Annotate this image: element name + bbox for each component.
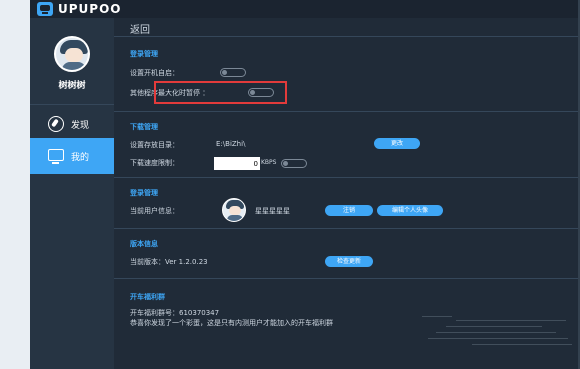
section-title-account: 登录管理 [130,189,158,197]
divider [114,177,580,178]
user-nickname: 星星星星星 [255,207,290,215]
welfare-group-number: 开车福利群号：610370347 [130,309,220,317]
sidebar-item-mine[interactable]: 我的 [30,138,114,174]
check-update-button[interactable]: 检查更新 [325,256,373,267]
highlight-annotation [154,81,287,104]
compass-icon [48,116,64,132]
upupoo-logo-icon [37,2,53,16]
divider [114,36,580,37]
section-title-version: 版本信息 [130,240,158,248]
download-path-value: E:\BiZhi\ [216,140,246,148]
sidebar-item-discover[interactable]: 发现 [30,106,114,142]
monitor-icon [48,149,64,164]
auto-start-toggle[interactable] [220,68,246,77]
app-window: UPUPOO 树树树 发现 我的 返回 登录管理 设置开机自启： 其他程序最大化… [30,0,580,369]
user-info-label: 当前用户信息： [130,207,179,215]
sidebar: 树树树 发现 我的 [30,18,114,369]
divider [114,278,580,279]
sidebar-item-label: 我的 [71,152,90,163]
section-title-startup: 登录管理 [130,50,158,58]
section-title-welfare: 开车福利群 [130,293,165,301]
brand-name: UPUPOO [58,2,122,16]
welfare-message: 恭喜你发现了一个彩蛋，这是只有内测用户才能加入的开车福利群 [130,319,333,327]
current-version: 当前版本：Ver 1.2.0.23 [130,258,208,266]
watermark-decoration [416,312,580,352]
section-title-download: 下载管理 [130,123,158,131]
auto-start-label: 设置开机自启： [130,69,179,77]
back-button[interactable]: 返回 [130,21,150,36]
sidebar-item-label: 发现 [71,120,90,131]
logout-button[interactable]: 注销 [325,205,373,216]
sidebar-divider [30,104,114,105]
avatar[interactable] [54,36,90,72]
user-avatar [222,198,246,222]
change-path-button[interactable]: 更改 [374,138,420,149]
speed-limit-input[interactable] [214,157,260,170]
title-bar: UPUPOO [30,0,580,18]
username: 树树树 [58,81,86,91]
speed-limit-toggle[interactable] [281,159,307,168]
download-path-label: 设置存放目录： [130,141,179,149]
speed-unit: KBPS [261,159,277,166]
divider [114,228,580,229]
speed-limit-label: 下载速度限制： [130,159,179,167]
divider [114,111,580,112]
edit-avatar-button[interactable]: 编辑个人头像 [377,205,443,216]
